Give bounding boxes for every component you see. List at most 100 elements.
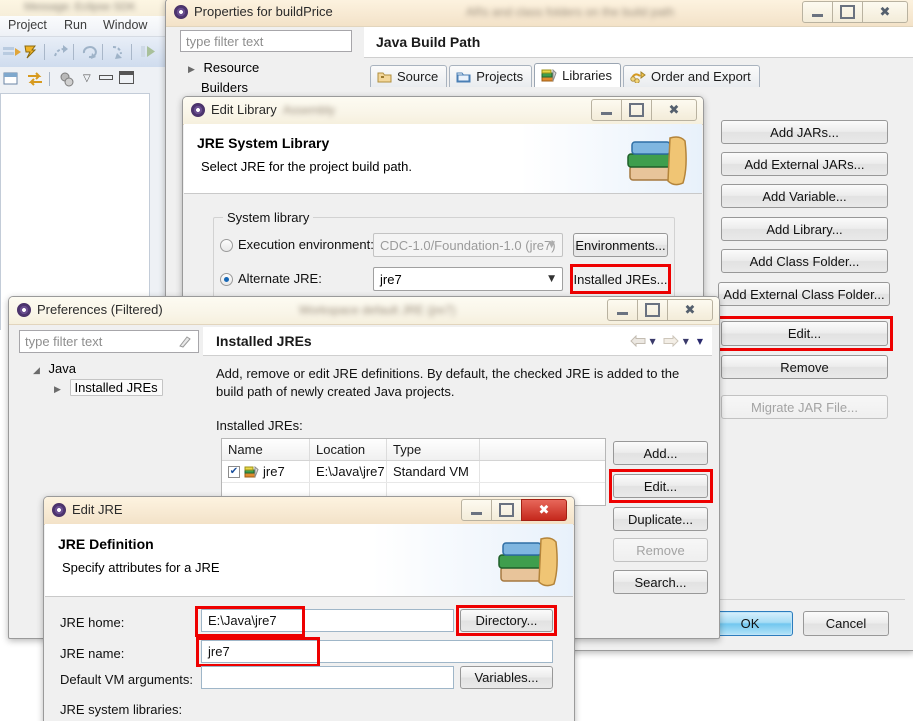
view-icon-console[interactable] bbox=[2, 70, 20, 91]
tab-libraries[interactable]: Libraries bbox=[534, 63, 622, 87]
maximize-icon[interactable] bbox=[637, 299, 668, 321]
menu-project[interactable]: Project bbox=[8, 18, 47, 32]
view-icon-sync[interactable] bbox=[25, 70, 45, 91]
column-header-type[interactable]: Type bbox=[387, 439, 480, 460]
toolbar-icon-step[interactable] bbox=[110, 43, 128, 64]
column-header-location[interactable]: Location bbox=[310, 439, 387, 460]
remove-library-button[interactable]: Remove bbox=[721, 355, 888, 379]
cancel-button[interactable]: Cancel bbox=[803, 611, 889, 636]
clear-filter-icon[interactable] bbox=[177, 335, 193, 349]
installed-jres-button[interactable]: Installed JREs... bbox=[573, 267, 668, 291]
menu-run[interactable]: Run bbox=[64, 18, 87, 32]
forward-dropdown-icon[interactable]: ▼ bbox=[683, 337, 689, 346]
toolbar-icon-forward-arrow[interactable] bbox=[52, 43, 70, 64]
add-jre-button[interactable]: Add... bbox=[613, 441, 708, 465]
jre-books-icon bbox=[627, 136, 687, 186]
alternate-jre-combo[interactable]: jre7 ▼ bbox=[373, 267, 563, 291]
add-jars-button[interactable]: Add JARs... bbox=[721, 120, 888, 144]
toolbar-icon-1[interactable] bbox=[2, 43, 22, 64]
add-library-button[interactable]: Add Library... bbox=[721, 217, 888, 241]
vm-arguments-input[interactable] bbox=[201, 666, 454, 689]
close-icon[interactable]: ✖ bbox=[667, 299, 713, 321]
properties-title-blur: ARs and class folders on the build path bbox=[466, 5, 675, 19]
edit-library-button[interactable]: Edit... bbox=[721, 321, 888, 346]
eclipse-icon bbox=[173, 4, 189, 20]
toolbar-icon-refresh[interactable] bbox=[81, 43, 99, 64]
source-folder-icon bbox=[377, 72, 392, 83]
jre-home-input[interactable]: E:\Java\jre7 bbox=[201, 609, 454, 632]
migrate-jar-file-label: Migrate JAR File... bbox=[751, 399, 858, 415]
maximize-icon[interactable] bbox=[621, 99, 652, 121]
environments-label: Environments... bbox=[575, 237, 666, 253]
jre-home-value: E:\Java\jre7 bbox=[208, 613, 277, 628]
preferences-filter-input[interactable]: type filter text bbox=[19, 330, 199, 353]
edit-jre-button[interactable]: Edit... bbox=[613, 474, 708, 498]
search-jre-button[interactable]: Search... bbox=[613, 570, 708, 594]
tab-projects[interactable]: Projects bbox=[449, 65, 533, 87]
cell-location: E:\Java\jre7 bbox=[310, 461, 387, 482]
tree-item-builders[interactable]: Builders bbox=[201, 80, 248, 95]
toolbar-icon-debug[interactable] bbox=[22, 43, 42, 64]
minimize-icon[interactable] bbox=[591, 99, 622, 121]
screenshot-root: Message: Eclipse SDK Project Run Window bbox=[0, 0, 913, 721]
ide-menu-bar: Project Run Window bbox=[0, 16, 175, 37]
environments-button[interactable]: Environments... bbox=[573, 233, 668, 257]
column-header-extra[interactable] bbox=[480, 439, 605, 460]
add-class-folder-button[interactable]: Add Class Folder... bbox=[721, 249, 888, 273]
properties-window-buttons: ✖ bbox=[802, 1, 908, 23]
directory-button[interactable]: Directory... bbox=[460, 609, 553, 632]
vm-arguments-label: Default VM arguments: bbox=[60, 672, 193, 687]
add-external-jars-button[interactable]: Add External JARs... bbox=[721, 152, 888, 176]
minimize-icon[interactable] bbox=[802, 1, 833, 23]
close-icon[interactable]: ✖ bbox=[521, 499, 567, 521]
ok-label: OK bbox=[740, 616, 760, 631]
duplicate-jre-button[interactable]: Duplicate... bbox=[613, 507, 708, 531]
eclipse-icon bbox=[51, 502, 67, 518]
close-icon[interactable]: ✖ bbox=[651, 99, 697, 121]
execution-environment-radio[interactable] bbox=[220, 239, 233, 252]
row-checkbox[interactable]: ✔ bbox=[228, 465, 240, 478]
add-class-folder-label: Add Class Folder... bbox=[749, 253, 860, 269]
preferences-page-title: Installed JREs bbox=[216, 333, 312, 349]
jre-books-icon bbox=[498, 537, 558, 587]
tree-item-installed-jres[interactable]: ▶ Installed JREs bbox=[54, 379, 163, 396]
table-row[interactable]: ✔ jre7 E:\Java\jre7 Standard VM bbox=[222, 461, 605, 483]
add-variable-button[interactable]: Add Variable... bbox=[721, 184, 888, 208]
add-external-class-folder-button[interactable]: Add External Class Folder... bbox=[718, 282, 890, 306]
tab-order-and-export[interactable]: Order and Export bbox=[623, 65, 760, 87]
menu-window[interactable]: Window bbox=[103, 18, 147, 32]
tree-item-java[interactable]: ◢ Java bbox=[33, 361, 76, 376]
close-icon[interactable]: ✖ bbox=[862, 1, 908, 23]
ide-title-text: Message: Eclipse SDK bbox=[24, 1, 136, 13]
tree-item-java-label: Java bbox=[48, 361, 77, 376]
system-library-group-label: System library bbox=[223, 210, 314, 225]
chevron-right-icon: ▶ bbox=[188, 65, 195, 75]
back-arrow-icon bbox=[629, 335, 646, 347]
menu-dropdown-icon[interactable]: ▼ bbox=[697, 337, 703, 346]
variables-button[interactable]: Variables... bbox=[460, 666, 553, 689]
maximize-icon[interactable] bbox=[491, 499, 522, 521]
properties-filter-input[interactable]: type filter text bbox=[180, 30, 352, 52]
chevron-down-icon: ▼ bbox=[548, 240, 555, 250]
back-dropdown-icon[interactable]: ▼ bbox=[650, 337, 656, 346]
view-menu-chevron-icon[interactable]: ▽ bbox=[83, 73, 91, 84]
ide-editor-area bbox=[0, 93, 150, 330]
tab-source[interactable]: Source bbox=[370, 65, 448, 87]
view-minimize-icon[interactable] bbox=[99, 75, 113, 80]
toolbar-icon-resume[interactable] bbox=[139, 43, 159, 64]
maximize-icon[interactable] bbox=[832, 1, 863, 23]
cell-extra bbox=[480, 461, 605, 482]
edit-jre-heading: JRE Definition bbox=[58, 536, 154, 552]
view-maximize-icon[interactable] bbox=[119, 71, 134, 84]
alternate-jre-radio[interactable] bbox=[220, 273, 233, 286]
jre-name-input[interactable]: jre7 bbox=[201, 640, 553, 663]
minimize-icon[interactable] bbox=[607, 299, 638, 321]
tree-item-resource[interactable]: ▶ Resource bbox=[188, 60, 259, 75]
variables-label: Variables... bbox=[474, 670, 539, 685]
chevron-down-icon[interactable]: ◢ bbox=[33, 366, 40, 376]
column-header-name[interactable]: Name bbox=[222, 439, 310, 460]
view-icon-filter[interactable] bbox=[58, 71, 78, 92]
cancel-label: Cancel bbox=[825, 616, 867, 631]
chevron-right-icon[interactable]: ▶ bbox=[54, 385, 61, 395]
minimize-icon[interactable] bbox=[461, 499, 492, 521]
